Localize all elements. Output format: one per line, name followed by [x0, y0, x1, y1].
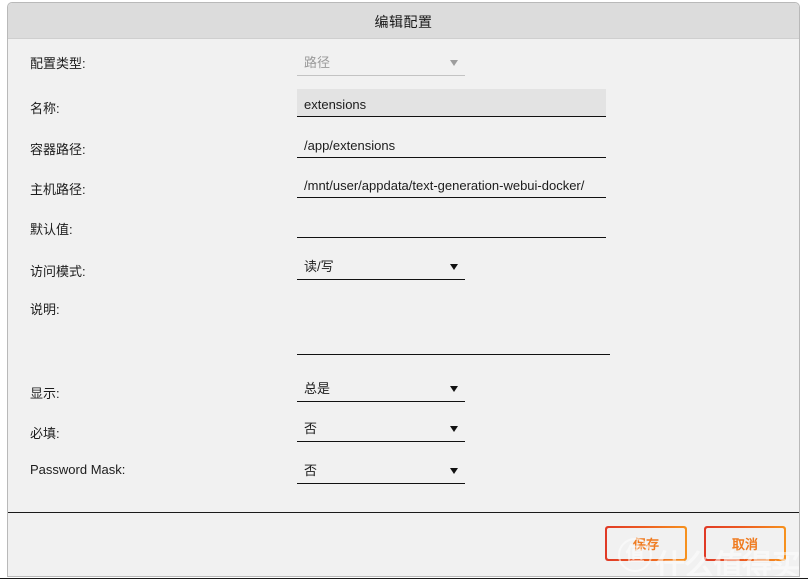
input-container-path[interactable]: /app/extensions	[297, 130, 606, 158]
label-container-path: 容器路径:	[30, 142, 86, 157]
save-button[interactable]: 保存	[605, 526, 687, 561]
select-display-value: 总是	[304, 381, 331, 396]
cancel-button[interactable]: 取消	[704, 526, 786, 561]
input-default-value[interactable]	[297, 210, 606, 238]
label-access-mode: 访问模式:	[30, 264, 86, 279]
select-password-mask[interactable]: 否	[297, 456, 465, 484]
save-button-label: 保存	[606, 527, 686, 560]
select-config-type-value: 路径	[304, 55, 331, 70]
chevron-down-icon	[450, 386, 458, 392]
label-display: 显示:	[30, 386, 60, 401]
label-password-mask: Password Mask:	[30, 462, 126, 477]
label-name: 名称:	[30, 101, 60, 116]
chevron-down-icon	[450, 468, 458, 474]
dialog-title: 编辑配置	[374, 14, 433, 30]
select-required[interactable]: 否	[297, 414, 465, 442]
dialog-titlebar: 编辑配置	[8, 3, 799, 39]
label-default-value: 默认值:	[30, 222, 73, 237]
page-bottom-edge	[0, 578, 808, 583]
input-name-value: extensions	[304, 97, 367, 112]
select-access-mode-value: 读/写	[304, 259, 334, 274]
edit-config-dialog: 编辑配置 配置类型: 路径 名称: extensions 容器路径: /app/…	[7, 2, 800, 577]
select-required-value: 否	[304, 421, 318, 436]
label-host-path: 主机路径:	[30, 182, 86, 197]
input-name[interactable]: extensions	[297, 89, 606, 117]
footer-separator	[8, 512, 799, 513]
label-config-type: 配置类型:	[30, 56, 86, 71]
select-display[interactable]: 总是	[297, 374, 465, 402]
chevron-down-icon	[450, 264, 458, 270]
input-host-path[interactable]: /mnt/user/appdata/text-generation-webui-…	[297, 170, 606, 198]
input-container-path-value: /app/extensions	[304, 138, 396, 153]
select-config-type[interactable]: 路径	[297, 48, 465, 76]
chevron-down-icon	[450, 426, 458, 432]
select-access-mode[interactable]: 读/写	[297, 252, 465, 280]
textarea-description[interactable]	[297, 293, 610, 355]
label-required: 必填:	[30, 426, 60, 441]
label-description: 说明:	[30, 302, 60, 317]
input-host-path-value: /mnt/user/appdata/text-generation-webui-…	[304, 178, 585, 193]
chevron-down-icon	[450, 60, 458, 66]
cancel-button-label: 取消	[705, 527, 785, 560]
select-password-mask-value: 否	[304, 463, 318, 478]
